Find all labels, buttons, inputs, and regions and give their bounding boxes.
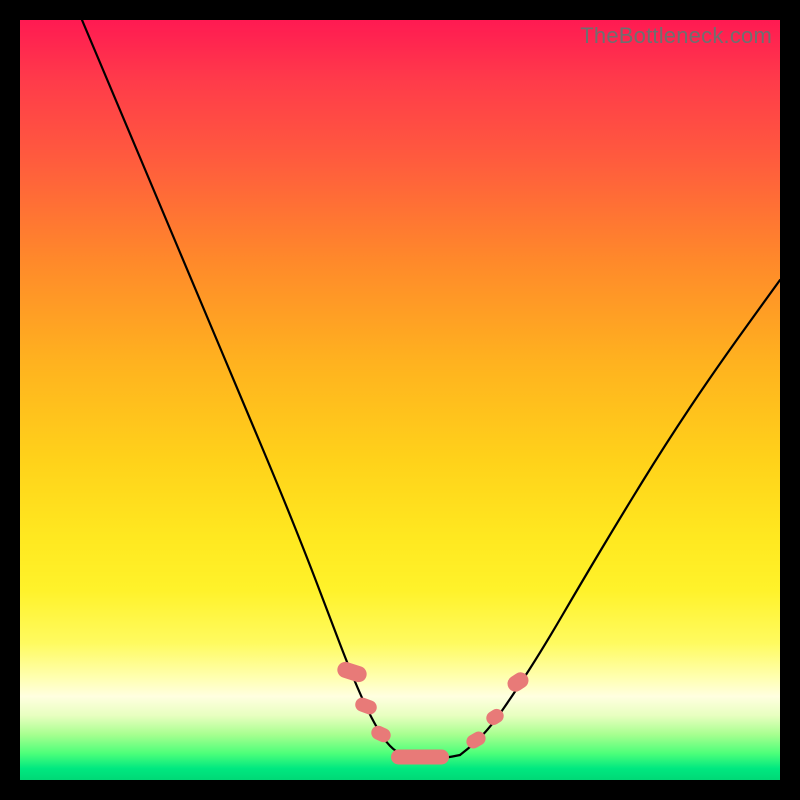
marker-point (391, 750, 449, 765)
marker-point (335, 660, 368, 684)
chart-svg (20, 20, 780, 780)
marker-point (369, 723, 393, 744)
marker-point (353, 696, 378, 717)
curve-left (82, 20, 402, 755)
marker-group (335, 660, 531, 765)
curve-group (82, 20, 780, 759)
chart-frame: TheBottleneck.com (20, 20, 780, 780)
